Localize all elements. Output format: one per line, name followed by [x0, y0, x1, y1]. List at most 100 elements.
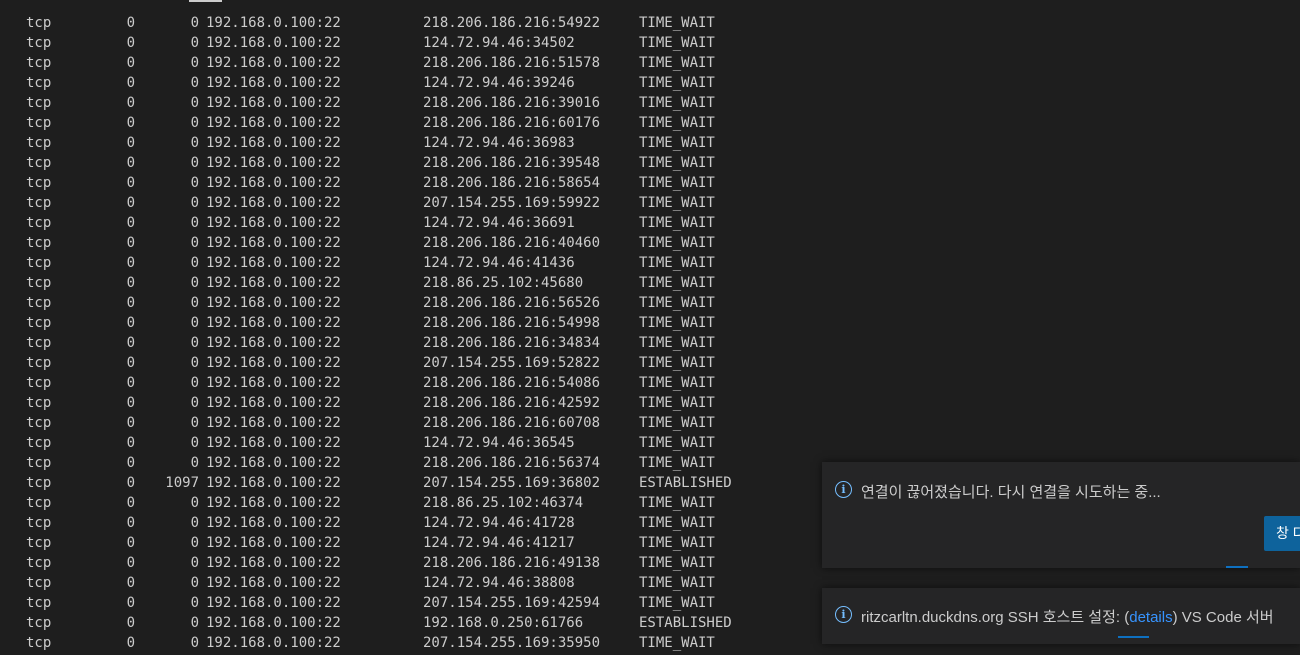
local-address-cell: 192.168.0.100:22 — [206, 35, 341, 51]
state-cell: TIME_WAIT — [639, 215, 715, 231]
foreign-address-cell: 218.206.186.216:54922 — [423, 15, 601, 31]
local-address-cell: 192.168.0.100:22 — [206, 75, 341, 91]
local-address-cell: 192.168.0.100:22 — [206, 555, 341, 571]
foreign-address-cell: 218.206.186.216:49138 — [423, 555, 601, 571]
state-cell: TIME_WAIT — [639, 155, 715, 171]
state-cell: TIME_WAIT — [639, 55, 715, 71]
send-q-cell: 0 — [190, 435, 199, 451]
proto-cell: tcp — [26, 315, 52, 331]
recv-q-cell: 0 — [126, 115, 135, 131]
local-address-cell: 192.168.0.100:22 — [206, 295, 341, 311]
details-link[interactable]: details — [1129, 609, 1172, 626]
local-address-cell: 192.168.0.100:22 — [206, 455, 341, 471]
state-cell: TIME_WAIT — [639, 195, 715, 211]
local-address-cell: 192.168.0.100:22 — [206, 95, 341, 111]
foreign-address-cell: 218.206.186.216:54086 — [423, 375, 601, 391]
proto-cell: tcp — [26, 275, 52, 291]
foreign-address-cell: 207.154.255.169:36802 — [423, 475, 601, 491]
terminal-line: tcp 0 0 192.168.0.100:22 124.72.94.46:36545 T… — [0, 433, 1300, 453]
state-cell: TIME_WAIT — [639, 515, 715, 531]
proto-cell: tcp — [26, 635, 52, 651]
local-address-cell: 192.168.0.100:22 — [206, 255, 341, 271]
foreign-address-cell: 218.206.186.216:42592 — [423, 395, 601, 411]
proto-cell: tcp — [26, 235, 52, 251]
proto-cell: tcp — [26, 355, 52, 371]
recv-q-cell: 0 — [126, 15, 135, 31]
proto-cell: tcp — [26, 215, 52, 231]
foreign-address-cell: 218.86.25.102:46374 — [423, 495, 584, 511]
foreign-address-cell: 124.72.94.46:41436 — [423, 255, 575, 271]
foreign-address-cell: 207.154.255.169:35950 — [423, 635, 601, 651]
proto-cell: tcp — [26, 395, 52, 411]
send-q-cell: 0 — [190, 555, 199, 571]
local-address-cell: 192.168.0.100:22 — [206, 275, 341, 291]
send-q-cell: 0 — [190, 155, 199, 171]
terminal-line: tcp 0 0 192.168.0.100:22 218.206.186.216:549… — [0, 313, 1300, 333]
send-q-cell: 0 — [190, 15, 199, 31]
state-cell: TIME_WAIT — [639, 595, 715, 611]
state-cell: TIME_WAIT — [639, 555, 715, 571]
terminal-line: tcp 0 0 192.168.0.100:22 218.86.25.102:45680… — [0, 273, 1300, 293]
terminal-line: tcp 0 0 192.168.0.100:22 218.206.186.216:549… — [0, 13, 1300, 33]
terminal-line: tcp 0 0 192.168.0.100:22 218.206.186.216:586… — [0, 173, 1300, 193]
state-cell: TIME_WAIT — [639, 255, 715, 271]
info-icon: i — [835, 606, 852, 623]
terminal-line: tcp 0 0 192.168.0.100:22 207.154.255.169:599… — [0, 193, 1300, 213]
recv-q-cell: 0 — [126, 555, 135, 571]
state-cell: TIME_WAIT — [639, 135, 715, 151]
proto-cell: tcp — [26, 595, 52, 611]
send-q-cell: 1097 — [165, 475, 199, 491]
recv-q-cell: 0 — [126, 275, 135, 291]
foreign-address-cell: 207.154.255.169:59922 — [423, 195, 601, 211]
send-q-cell: 0 — [190, 595, 199, 611]
recv-q-cell: 0 — [126, 515, 135, 531]
progress-indicator — [1226, 566, 1248, 568]
send-q-cell: 0 — [190, 135, 199, 151]
foreign-address-cell: 207.154.255.169:42594 — [423, 595, 601, 611]
foreign-address-cell: 218.86.25.102:45680 — [423, 275, 584, 291]
terminal-line: tcp 0 0 192.168.0.100:22 218.206.186.216:425… — [0, 393, 1300, 413]
local-address-cell: 192.168.0.100:22 — [206, 415, 341, 431]
recv-q-cell: 0 — [126, 335, 135, 351]
state-cell: TIME_WAIT — [639, 355, 715, 371]
terminal-line: tcp 0 0 192.168.0.100:22 218.206.186.216:404… — [0, 233, 1300, 253]
foreign-address-cell: 124.72.94.46:36545 — [423, 435, 575, 451]
local-address-cell: 192.168.0.100:22 — [206, 315, 341, 331]
terminal-line: tcp 0 0 192.168.0.100:22 124.72.94.46:41436 T… — [0, 253, 1300, 273]
recv-q-cell: 0 — [126, 435, 135, 451]
recv-q-cell: 0 — [126, 235, 135, 251]
recv-q-cell: 0 — [126, 175, 135, 191]
proto-cell: tcp — [26, 615, 52, 631]
proto-cell: tcp — [26, 295, 52, 311]
proto-cell: tcp — [26, 575, 52, 591]
terminal-line: tcp 0 0 192.168.0.100:22 218.206.186.216:348… — [0, 333, 1300, 353]
local-address-cell: 192.168.0.100:22 — [206, 635, 341, 651]
send-q-cell: 0 — [190, 95, 199, 111]
proto-cell: tcp — [26, 535, 52, 551]
recv-q-cell: 0 — [126, 395, 135, 411]
send-q-cell: 0 — [190, 335, 199, 351]
recv-q-cell: 0 — [126, 315, 135, 331]
proto-cell: tcp — [26, 95, 52, 111]
local-address-cell: 192.168.0.100:22 — [206, 355, 341, 371]
proto-cell: tcp — [26, 15, 52, 31]
proto-cell: tcp — [26, 155, 52, 171]
foreign-address-cell: 218.206.186.216:51578 — [423, 55, 601, 71]
state-cell: TIME_WAIT — [639, 495, 715, 511]
scroll-marker — [189, 0, 222, 2]
notification-ssh-host[interactable]: i ritzcarltn.duckdns.org SSH 호스트 설정: (de… — [822, 588, 1300, 644]
state-cell: TIME_WAIT — [639, 235, 715, 251]
send-q-cell: 0 — [190, 395, 199, 411]
reload-window-button[interactable]: 창 다 — [1264, 516, 1300, 551]
foreign-address-cell: 124.72.94.46:36983 — [423, 135, 575, 151]
recv-q-cell: 0 — [126, 215, 135, 231]
notification-disconnected[interactable]: i 연결이 끊어졌습니다. 다시 연결을 시도하는 중... 창 다 — [822, 462, 1300, 568]
foreign-address-cell: 218.206.186.216:56526 — [423, 295, 601, 311]
notification-message: 연결이 끊어졌습니다. 다시 연결을 시도하는 중... — [861, 484, 1161, 501]
send-q-cell: 0 — [190, 115, 199, 131]
send-q-cell: 0 — [190, 75, 199, 91]
foreign-address-cell: 124.72.94.46:41728 — [423, 515, 575, 531]
send-q-cell: 0 — [190, 55, 199, 71]
local-address-cell: 192.168.0.100:22 — [206, 435, 341, 451]
proto-cell: tcp — [26, 455, 52, 471]
